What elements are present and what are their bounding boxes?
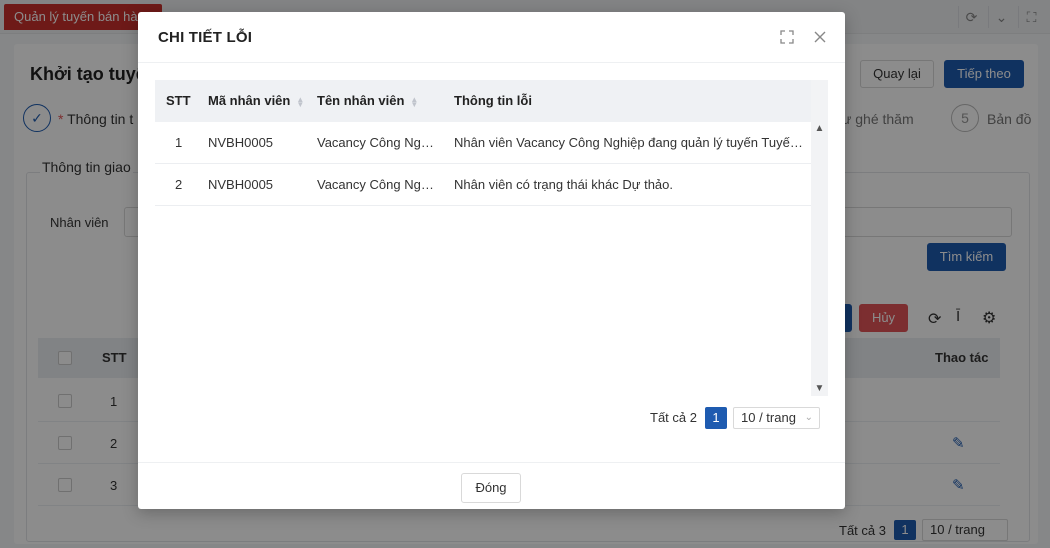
- close-button[interactable]: Đóng: [461, 473, 521, 503]
- sort-icon[interactable]: ▲ ▼: [296, 95, 304, 108]
- col-employee-name[interactable]: Tên nhân viên ▲ ▼: [317, 80, 418, 122]
- table-row[interactable]: 1 NVBH0005 Vacancy Công Nghi... Nhân viê…: [155, 122, 811, 164]
- table-header: STT Mã nhân viên ▲ ▼ Tên nhân viên ▲ ▼ Thông…: [155, 80, 811, 122]
- modal-title: CHI TIẾT LỖI: [158, 29, 253, 46]
- scroll-down-icon[interactable]: ▼: [811, 382, 828, 396]
- col-error-info: Thông tin lỗi: [454, 93, 532, 108]
- vertical-scrollbar[interactable]: ▲ ▼: [811, 80, 828, 396]
- error-detail-modal: CHI TIẾT LỖI STT Mã nhân viên ▲ ▼ Tên nhân…: [138, 12, 845, 509]
- row-stt: 1: [175, 135, 183, 150]
- row-name: Vacancy Công Nghi...: [317, 177, 441, 192]
- col-stt: STT: [166, 93, 191, 108]
- table-row[interactable]: 2 NVBH0005 Vacancy Công Nghi... Nhân viê…: [155, 164, 811, 206]
- row-info: Nhân viên có trạng thái khác Dự thảo.: [454, 177, 673, 192]
- pager-page-1[interactable]: 1: [705, 407, 727, 429]
- chevron-down-icon: ⌄: [804, 412, 813, 423]
- row-info: Nhân viên Vacancy Công Nghiệp đang quản …: [454, 135, 806, 150]
- col-employee-code[interactable]: Mã nhân viên ▲ ▼: [208, 80, 304, 122]
- modal-footer: Đóng: [138, 462, 845, 509]
- close-icon[interactable]: [808, 25, 832, 49]
- pager-total: Tất cả 2: [650, 410, 697, 425]
- page-size-select[interactable]: 10 / trang ⌄: [733, 407, 820, 429]
- modal-header: CHI TIẾT LỖI: [138, 12, 845, 63]
- row-stt: 2: [175, 177, 183, 192]
- row-code: NVBH0005: [208, 177, 274, 192]
- error-table: STT Mã nhân viên ▲ ▼ Tên nhân viên ▲ ▼ Thông…: [155, 80, 828, 396]
- row-code: NVBH0005: [208, 135, 274, 150]
- scroll-up-icon[interactable]: ▲: [811, 122, 828, 136]
- row-name: Vacancy Công Nghi...: [317, 135, 441, 150]
- expand-icon[interactable]: [775, 25, 799, 49]
- page-size-value: 10 / trang: [741, 410, 796, 425]
- sort-icon[interactable]: ▲ ▼: [410, 95, 418, 108]
